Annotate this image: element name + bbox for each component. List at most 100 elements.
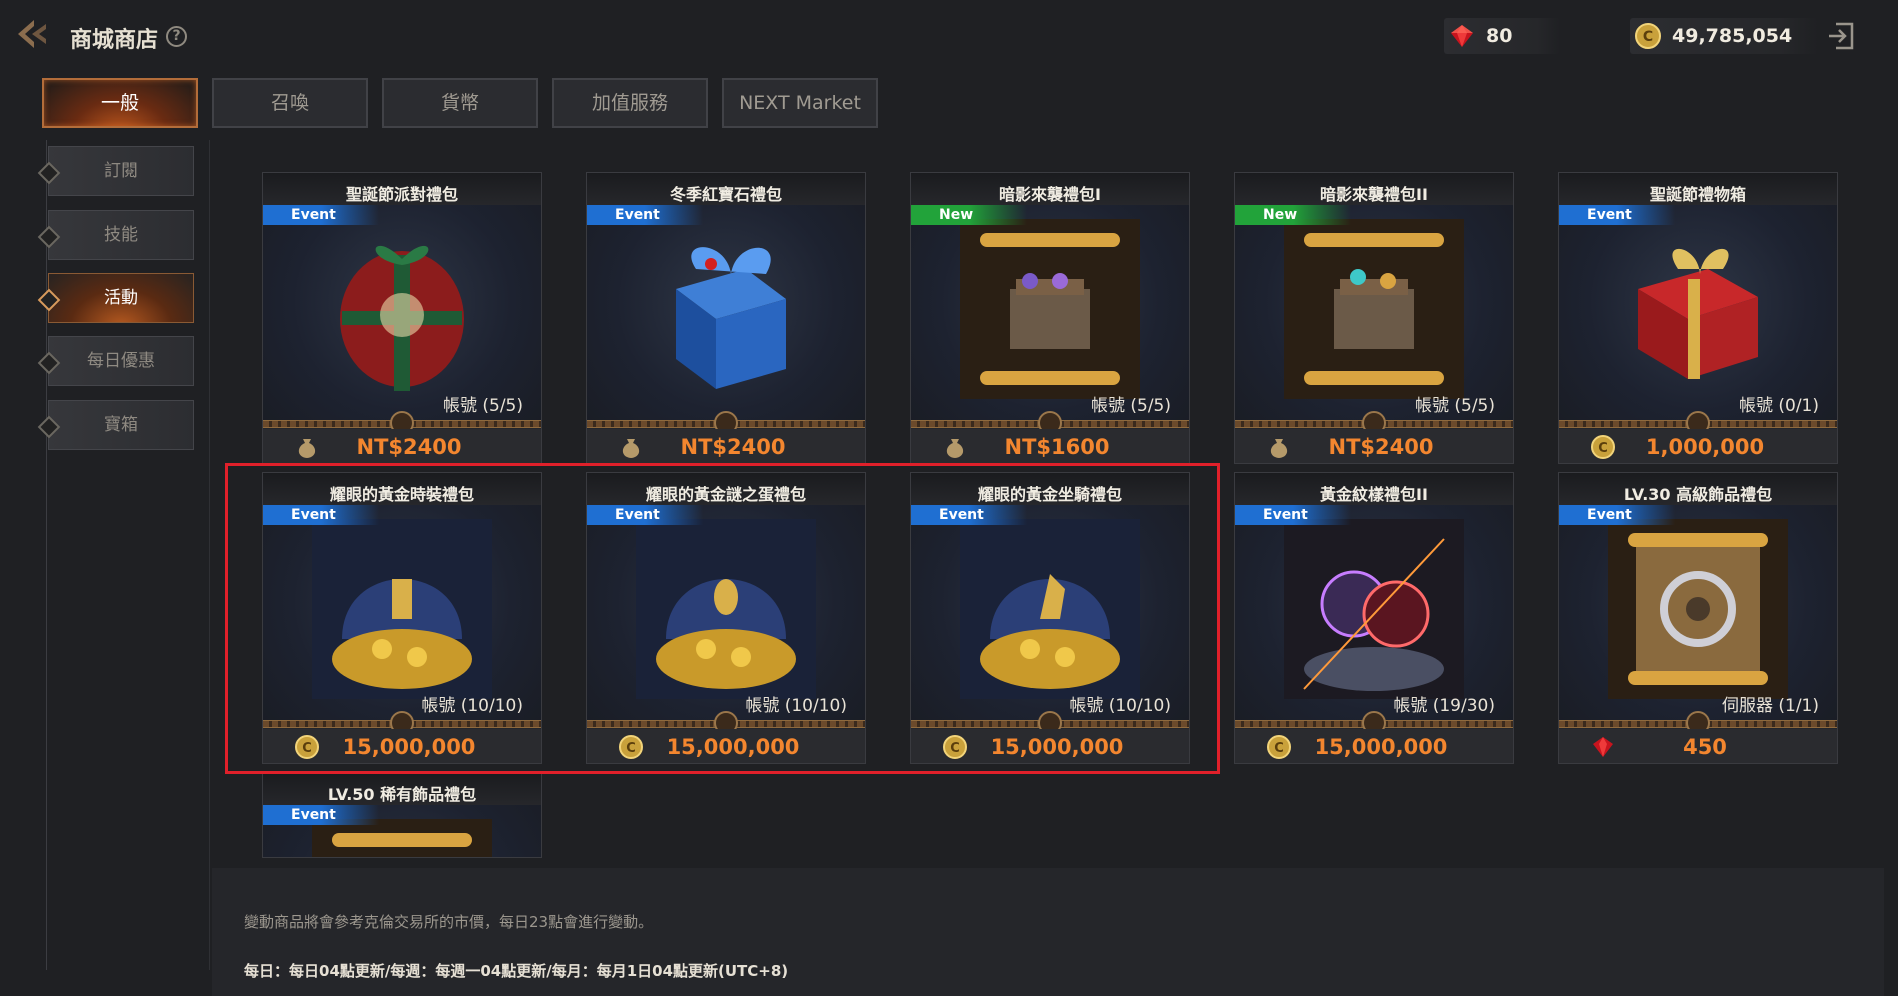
product-card[interactable]: 冬季紅寶石禮包 Event NT$2400 — [586, 172, 866, 464]
product-price: NT$2400 — [1328, 435, 1434, 459]
gem-count: 80 — [1486, 25, 1513, 47]
product-art — [587, 205, 865, 421]
product-title: 冬季紅寶石禮包 — [669, 185, 782, 204]
sidebar-item-events[interactable]: 活動 — [48, 273, 194, 323]
rune-orb-icon — [1284, 519, 1464, 699]
product-price: NT$1600 — [1004, 435, 1110, 459]
price-row: NT$2400 — [587, 429, 865, 463]
page-title: 商城商店 — [70, 28, 159, 53]
card-header: 暗影來襲禮包I — [911, 173, 1189, 205]
product-title: 耀眼的黃金謎之蛋禮包 — [645, 485, 806, 504]
price-row: NT$1600 — [911, 429, 1189, 463]
back-arrow-icon[interactable] — [12, 14, 52, 54]
price-change-note: 變動商品將會參考克倫交易所的市價，每日23點會進行變動。 — [244, 913, 654, 931]
product-price: 1,000,000 — [1645, 435, 1765, 459]
product-card[interactable]: 黃金紋樣禮包II Event 帳號 (19/30) C 15,000,000 — [1234, 472, 1514, 764]
product-art — [263, 205, 541, 421]
price-row: C 15,000,000 — [587, 729, 865, 763]
card-header: 黃金紋樣禮包II — [1235, 473, 1513, 505]
golden-treasure-icon — [960, 519, 1140, 699]
tab-next-market[interactable]: NEXT Market — [722, 78, 878, 128]
reset-schedule-note: 每日：每日04點更新/每週：每週一04點更新/每月：每月1日04點更新(UTC+… — [244, 962, 789, 980]
price-row: C 1,000,000 — [1559, 429, 1837, 463]
sidebar-divider — [46, 140, 47, 970]
price-row: 450 — [1559, 729, 1837, 763]
question-mark-icon[interactable]: ? — [166, 26, 187, 47]
product-title: 耀眼的黃金時裝禮包 — [329, 485, 474, 504]
tab-summon[interactable]: 召喚 — [212, 78, 368, 128]
gold-balance: C 49,785,054 — [1630, 18, 1818, 54]
product-art — [1235, 505, 1513, 721]
product-card[interactable]: 暗影來襲禮包II New 帳號 (5/5) NT$2400 — [1234, 172, 1514, 464]
golden-treasure-icon — [312, 519, 492, 699]
price-row: NT$2400 — [1235, 429, 1513, 463]
exit-icon[interactable] — [1826, 20, 1856, 52]
golden-treasure-icon — [636, 519, 816, 699]
product-art — [1235, 205, 1513, 421]
product-title: LV.50 稀有飾品禮包 — [327, 785, 477, 804]
gem-balance: 80 — [1444, 18, 1560, 54]
scroll-chest-icon — [960, 219, 1140, 399]
product-card[interactable]: 耀眼的黃金坐騎禮包 Event 帳號 (10/10) C 15,000,000 — [910, 472, 1190, 764]
product-price: 15,000,000 — [666, 735, 800, 759]
product-price: NT$2400 — [356, 435, 462, 459]
event-badge: Event — [263, 205, 379, 225]
top-bar: 商城商店 ? 80 C 49,785,054 — [0, 0, 1898, 76]
product-price: 15,000,000 — [990, 735, 1124, 759]
event-badge: Event — [587, 505, 703, 525]
svg-text:C: C — [1643, 29, 1653, 45]
event-badge: Event — [1559, 205, 1675, 225]
card-header: 聖誕節派對禮包 — [263, 173, 541, 205]
product-art — [911, 205, 1189, 421]
purchase-limit: 帳號 (5/5) — [1090, 396, 1171, 416]
product-art — [1559, 205, 1837, 421]
event-badge: Event — [263, 805, 379, 825]
price-row: NT$2400 — [263, 429, 541, 463]
purchase-limit: 帳號 (5/5) — [442, 396, 523, 416]
sidebar: 訂閱 技能 活動 每日優惠 寶箱 — [40, 140, 210, 970]
christmas-gift-box-icon — [340, 245, 464, 391]
product-price: 15,000,000 — [1314, 735, 1448, 759]
purchase-limit: 伺服器 (1/1) — [1721, 696, 1819, 716]
red-gem-icon — [1451, 25, 1473, 47]
sidebar-item-skills[interactable]: 技能 — [48, 210, 194, 260]
scroll-chest-icon — [1284, 219, 1464, 399]
product-card[interactable]: 聖誕節禮物箱 Event 帳號 (0/1) C 1,000,000 — [1558, 172, 1838, 464]
product-price: 450 — [1683, 735, 1727, 759]
new-badge: New — [1235, 205, 1351, 225]
event-badge: Event — [587, 205, 703, 225]
card-header: 冬季紅寶石禮包 — [587, 173, 865, 205]
blue-gift-box-icon — [676, 247, 786, 389]
product-card[interactable]: 暗影來襲禮包I New 帳號 (5/5) NT$1600 — [910, 172, 1190, 464]
accessory-scroll-icon — [1608, 519, 1788, 699]
sidebar-item-subscription[interactable]: 訂閱 — [48, 146, 194, 196]
gold-coin-icon: C — [1635, 23, 1661, 49]
product-grid: 聖誕節派對禮包 Event 帳號 (5/5) NT$2400 冬季紅寶石禮包 E… — [212, 140, 1884, 868]
product-card[interactable]: 聖誕節派對禮包 Event 帳號 (5/5) NT$2400 — [262, 172, 542, 464]
event-badge: Event — [1559, 505, 1675, 525]
product-art — [911, 505, 1189, 721]
tab-premium-services[interactable]: 加值服務 — [552, 78, 708, 128]
product-title: 耀眼的黃金坐騎禮包 — [977, 485, 1122, 504]
purchase-limit: 帳號 (10/10) — [421, 696, 523, 716]
product-card[interactable]: 耀眼的黃金謎之蛋禮包 Event 帳號 (10/10) C 15,000,000 — [586, 472, 866, 764]
card-header: 聖誕節禮物箱 — [1559, 173, 1837, 205]
sidebar-item-daily-deals[interactable]: 每日優惠 — [48, 336, 194, 386]
product-card[interactable]: LV.50 稀有飾品禮包 Event — [262, 772, 542, 858]
price-row: C 15,000,000 — [1235, 729, 1513, 763]
product-card[interactable]: LV.30 高級飾品禮包 Event 伺服器 (1/1) 450 — [1558, 472, 1838, 764]
product-price: 15,000,000 — [342, 735, 476, 759]
product-title: 暗影來襲禮包I — [999, 185, 1101, 204]
card-header: 耀眼的黃金坐騎禮包 — [911, 473, 1189, 505]
sidebar-item-treasure-chest[interactable]: 寶箱 — [48, 400, 194, 450]
product-card[interactable]: 耀眼的黃金時裝禮包 Event 帳號 (10/10) C 15,000,000 — [262, 472, 542, 764]
tab-general[interactable]: 一般 — [42, 78, 198, 128]
product-title: 聖誕節派對禮包 — [345, 185, 458, 204]
card-header: 暗影來襲禮包II — [1235, 173, 1513, 205]
product-art — [263, 505, 541, 721]
tab-currency[interactable]: 貨幣 — [382, 78, 538, 128]
card-header: 耀眼的黃金謎之蛋禮包 — [587, 473, 865, 505]
product-title: 暗影來襲禮包II — [1320, 185, 1428, 204]
purchase-limit: 帳號 (10/10) — [1069, 696, 1171, 716]
new-badge: New — [911, 205, 1027, 225]
